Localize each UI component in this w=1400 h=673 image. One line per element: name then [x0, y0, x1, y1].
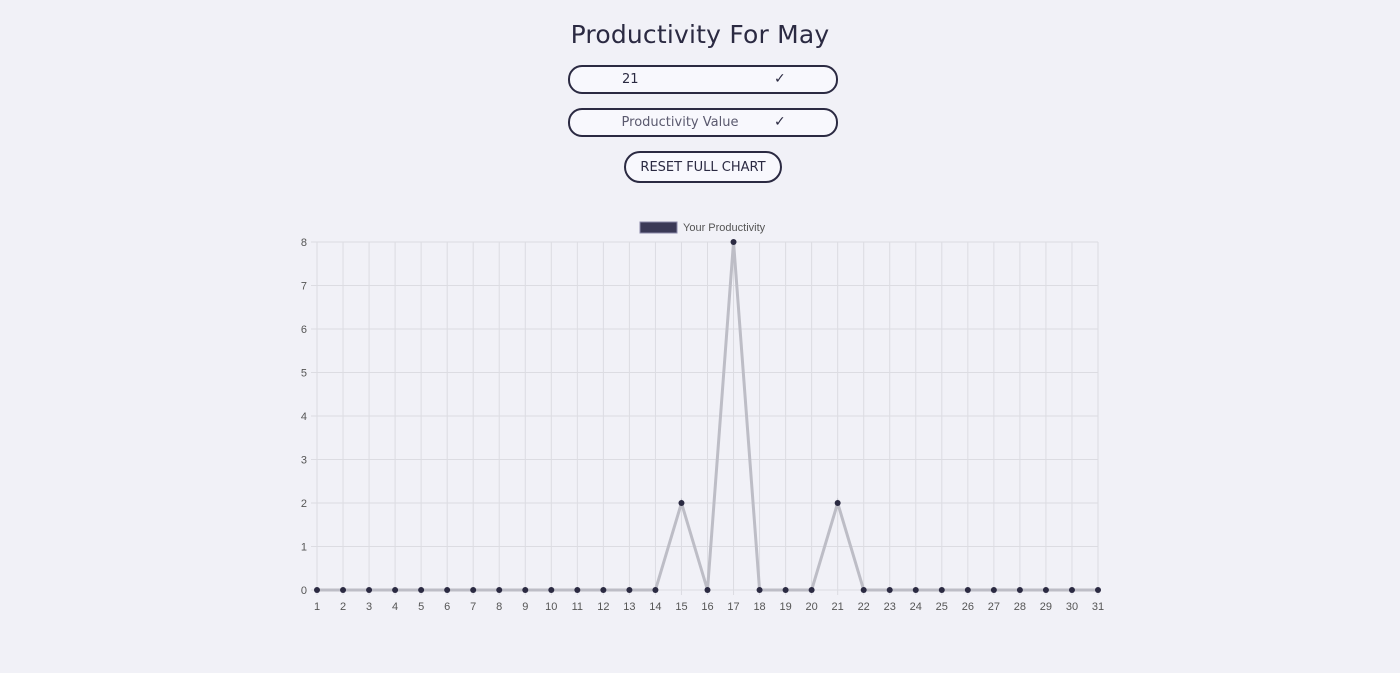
x-tick-label: 11: [572, 601, 583, 613]
data-point: [704, 587, 711, 593]
x-tick-label: 8: [496, 601, 502, 613]
data-point: [418, 587, 425, 593]
data-point: [860, 587, 867, 593]
x-tick-label: 17: [727, 601, 739, 613]
data-point: [548, 587, 555, 593]
y-tick-label: 5: [301, 368, 307, 380]
x-tick-label: 16: [701, 601, 713, 613]
x-tick-label: 26: [962, 601, 974, 613]
x-tick-label: 27: [988, 601, 1000, 613]
y-tick-label: 8: [301, 237, 307, 249]
data-point: [496, 587, 503, 593]
x-tick-label: 12: [597, 601, 609, 613]
x-tick-label: 3: [366, 601, 372, 613]
legend-label: Your Productivity: [683, 222, 766, 234]
data-point: [912, 587, 919, 593]
x-tick-label: 14: [649, 601, 661, 613]
data-point: [522, 587, 529, 593]
x-tick-label: 29: [1040, 601, 1052, 613]
x-tick-label: 5: [418, 601, 424, 613]
data-point: [1068, 587, 1075, 593]
data-point: [756, 587, 763, 593]
y-tick-label: 3: [301, 455, 307, 467]
data-point: [340, 587, 347, 593]
data-point: [964, 587, 971, 593]
legend-swatch: [639, 221, 678, 234]
y-tick-label: 2: [301, 498, 307, 510]
data-point: [808, 587, 815, 593]
x-tick-label: 2: [340, 601, 346, 613]
y-tick-label: 6: [301, 324, 307, 336]
x-tick-label: 19: [779, 601, 791, 613]
data-point: [366, 587, 373, 593]
productivity-chart: 0123456781 2 3 4 5 6 7 8 9 10 11 12 13 14 15 16 17 18 19 20…: [301, 221, 1104, 613]
y-tick-label: 1: [301, 542, 307, 554]
data-point: [886, 587, 893, 593]
data-point: [574, 587, 581, 593]
data-point: [392, 587, 399, 593]
data-point: [730, 239, 737, 245]
data-point: [678, 500, 685, 506]
data-point: [1016, 587, 1023, 593]
data-point: [990, 587, 997, 593]
x-tick-label: 21: [832, 601, 844, 613]
data-point: [444, 587, 451, 593]
data-point: [938, 587, 945, 593]
data-point: [782, 587, 789, 593]
x-tick-label: 9: [522, 601, 528, 613]
x-tick-label: 31: [1092, 601, 1104, 613]
x-tick-label: 13: [623, 601, 635, 613]
page: Productivity For May ✓ ✓ RESET FULL CHAR…: [0, 0, 1400, 673]
x-tick-label: 20: [806, 601, 818, 613]
data-point: [1042, 587, 1049, 593]
x-tick-label: 28: [1014, 601, 1026, 613]
x-tick-label: 1: [314, 601, 320, 613]
y-tick-label: 7: [301, 281, 307, 293]
x-tick-label: 25: [936, 601, 948, 613]
x-tick-label: 18: [753, 601, 765, 613]
x-tick-label: 23: [884, 601, 896, 613]
x-tick-label: 10: [545, 601, 557, 613]
x-tick-label: 6: [444, 601, 450, 613]
data-point: [1095, 587, 1101, 593]
data-point: [470, 587, 477, 593]
x-tick-label: 7: [470, 601, 476, 613]
y-tick-label: 4: [301, 411, 307, 423]
x-tick-label: 4: [392, 601, 398, 613]
x-tick-label: 30: [1066, 601, 1078, 613]
x-tick-label: 22: [858, 601, 870, 613]
data-point: [834, 500, 841, 506]
x-tick-label: 24: [910, 601, 922, 613]
data-point: [652, 587, 659, 593]
data-point: [626, 587, 633, 593]
data-point: [600, 587, 607, 593]
data-point: [314, 587, 320, 593]
x-tick-label: 15: [675, 601, 687, 613]
y-tick-label: 0: [301, 585, 307, 597]
